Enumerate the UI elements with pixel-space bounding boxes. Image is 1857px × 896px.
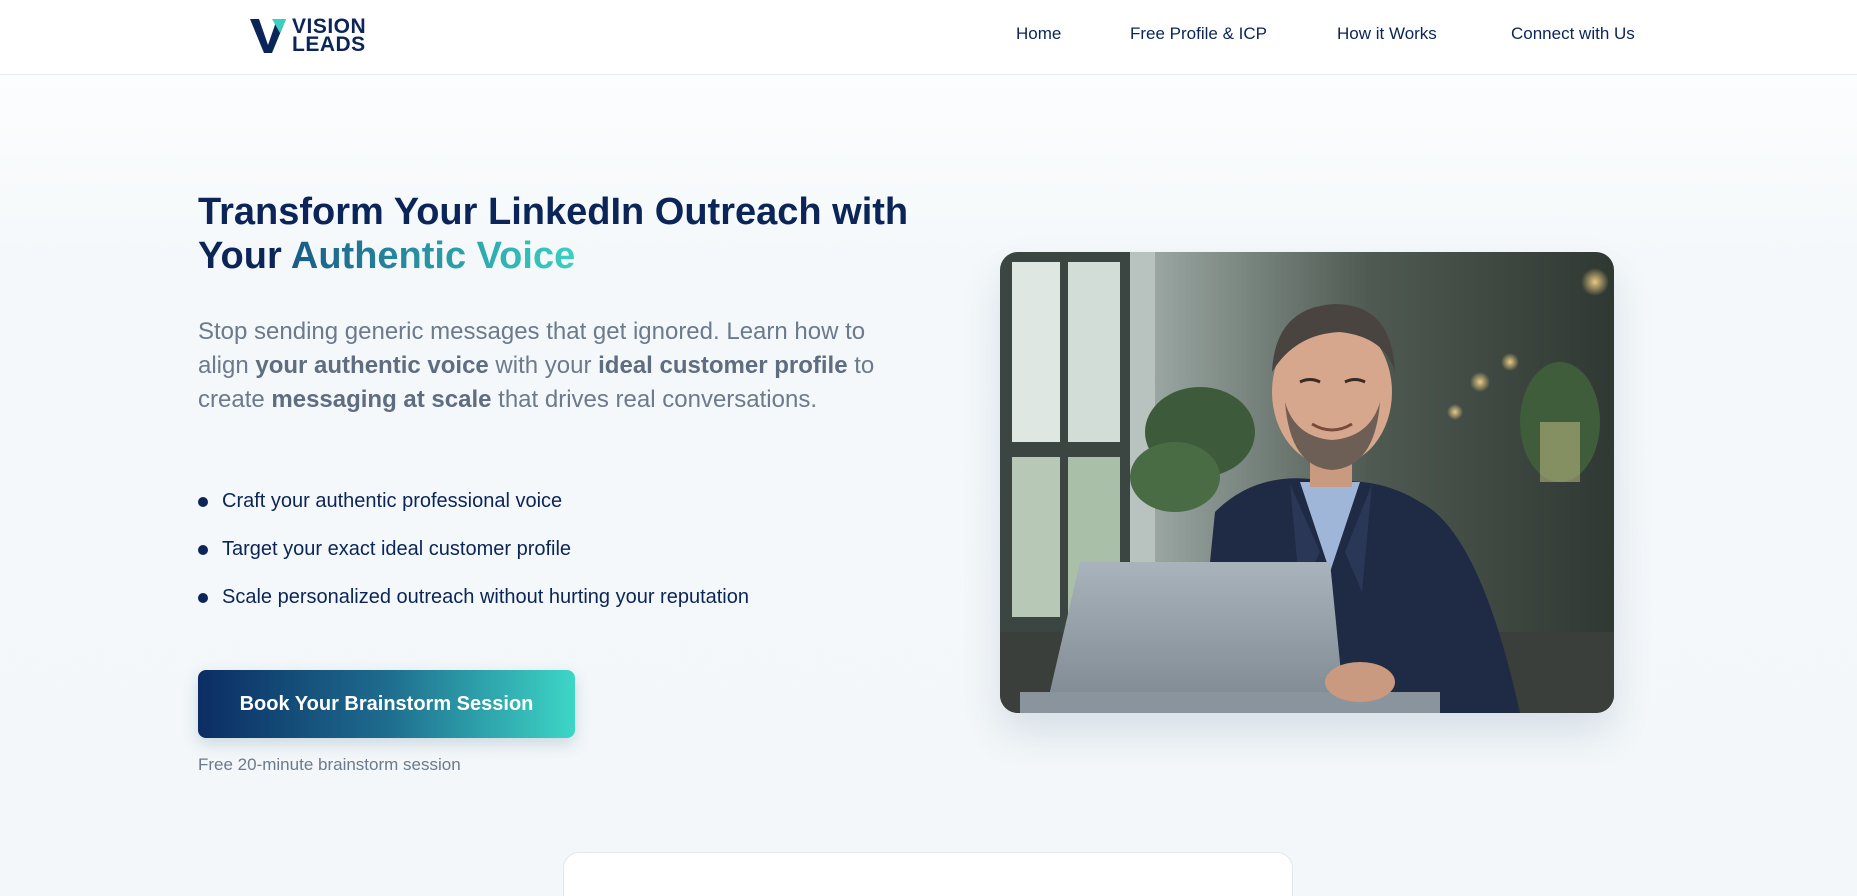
book-brainstorm-button[interactable]: Book Your Brainstorm Session — [198, 670, 575, 738]
benefit-list: Craft your authentic professional voice … — [198, 488, 749, 632]
logo-wordmark: VISION LEADS — [292, 16, 366, 56]
subtitle-bold-2: ideal customer profile — [598, 352, 848, 379]
subtitle-text-2: with your — [488, 352, 599, 379]
logo-line-2: LEADS — [292, 33, 366, 56]
content-card — [563, 852, 1293, 896]
nav-how-it-works[interactable]: How it Works — [1337, 24, 1437, 44]
hero-image — [1000, 252, 1614, 713]
subtitle-bold-3: messaging at scale — [271, 386, 492, 413]
hero-subtitle: Stop sending generic messages that get i… — [198, 315, 898, 417]
hero-title-accent: Authentic Voice — [290, 235, 576, 277]
hero-title-line-2: Your — [198, 235, 291, 277]
nav-home[interactable]: Home — [1016, 24, 1061, 44]
vision-leads-logo[interactable]: VISION LEADS — [250, 16, 366, 56]
nav-free-profile-icp[interactable]: Free Profile & ICP — [1130, 24, 1267, 44]
logo-v-icon — [250, 19, 286, 53]
subtitle-text-4: that drives real conversations. — [491, 386, 817, 413]
hero-title-line-1: Transform Your LinkedIn Outreach with — [198, 191, 909, 233]
benefit-item: Craft your authentic professional voice — [198, 488, 749, 536]
top-navbar: VISION LEADS Home Free Profile & ICP How… — [0, 0, 1857, 75]
hero-title: Transform Your LinkedIn Outreach with Yo… — [198, 190, 958, 278]
businessman-photo-illustration — [1000, 252, 1614, 713]
nav-connect-with-us[interactable]: Connect with Us — [1511, 24, 1635, 44]
benefit-item: Scale personalized outreach without hurt… — [198, 584, 749, 632]
subtitle-bold-1: your authentic voice — [255, 352, 489, 379]
benefit-item: Target your exact ideal customer profile — [198, 536, 749, 584]
cta-note: Free 20-minute brainstorm session — [198, 755, 461, 774]
